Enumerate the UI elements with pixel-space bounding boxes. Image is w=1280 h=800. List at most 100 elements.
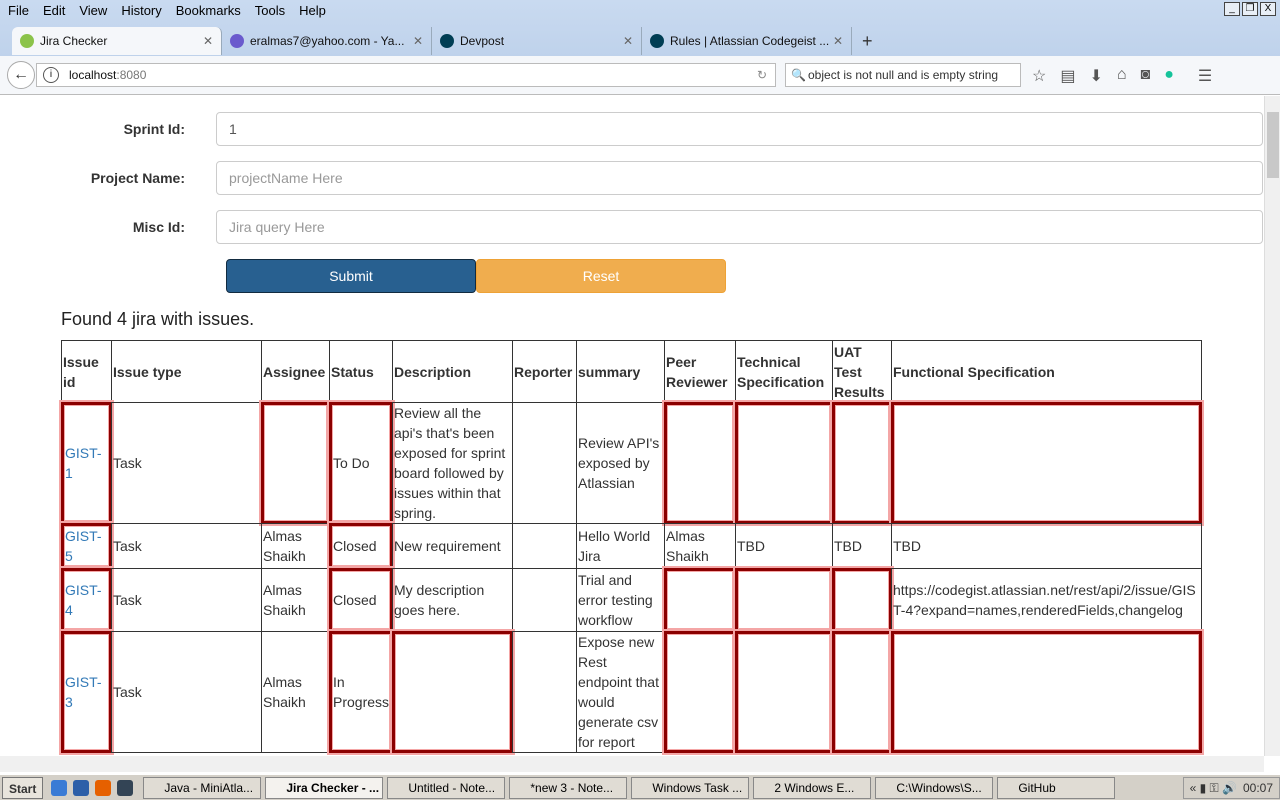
table-cell (832, 631, 892, 753)
tab-0[interactable]: Jira Checker ✕ (12, 27, 222, 55)
column-header[interactable]: Status (329, 340, 393, 403)
table-cell: In Progress (329, 631, 393, 753)
bookmark-star-icon[interactable]: ☆ (1032, 66, 1046, 86)
info-icon[interactable]: i (43, 67, 59, 83)
table-cell: My description goes here. (392, 568, 513, 632)
table-cell (735, 402, 833, 524)
cell-text: Hello World Jira (578, 528, 651, 564)
column-header[interactable]: summary (576, 340, 665, 403)
page-content: Sprint Id: 1 Project Name: projectName H… (0, 96, 1264, 756)
minimize-button[interactable]: _ (1224, 2, 1240, 16)
table-cell: TBD (832, 523, 892, 569)
table-cell: Task (111, 631, 262, 753)
pocket-icon[interactable]: ◙ (1141, 66, 1151, 86)
url-port: :8080 (116, 68, 147, 82)
desktop-icon[interactable] (73, 779, 90, 796)
table-cell (512, 631, 577, 753)
taskbar-item[interactable]: Untitled - Note... (387, 776, 506, 799)
taskbar-item[interactable]: 2 Windows E... (753, 776, 872, 799)
project-name-input[interactable]: projectName Here (216, 161, 1263, 195)
close-window-button[interactable]: X (1260, 2, 1276, 16)
menu-edit[interactable]: Edit (43, 3, 65, 21)
search-input[interactable]: 🔍 object is not null and is empty string (785, 63, 1021, 87)
tray-icons[interactable]: « ▮ ⚿ 🔊 (1190, 778, 1237, 798)
search-icon: 🔍 (791, 68, 806, 82)
firefox-icon[interactable] (95, 779, 112, 796)
issue-link[interactable]: GIST-5 (65, 526, 108, 566)
column-header[interactable]: Assignee (261, 340, 330, 403)
column-header[interactable]: Issue id (61, 340, 112, 403)
hamburger-menu-icon[interactable]: ☰ (1198, 66, 1212, 86)
column-header[interactable]: Peer Reviewer (664, 340, 736, 403)
start-button[interactable]: Start (2, 776, 44, 799)
column-header[interactable]: Technical Specification (735, 340, 833, 403)
app-icon[interactable] (117, 779, 134, 796)
menu-help[interactable]: Help (299, 3, 326, 21)
column-header[interactable]: Description (392, 340, 513, 403)
reading-list-icon[interactable]: ▤ (1060, 66, 1075, 86)
close-tab-icon[interactable]: ✕ (833, 34, 843, 48)
table-cell (735, 631, 833, 753)
close-tab-icon[interactable]: ✕ (413, 34, 423, 48)
table-cell: https://codegist.atlassian.net/rest/api/… (891, 568, 1202, 632)
scrollbar-thumb[interactable] (1267, 112, 1279, 178)
cell-text: My description goes here. (394, 582, 485, 618)
taskbar-item[interactable]: Windows Task ... (631, 776, 750, 799)
misc-id-input[interactable]: Jira query Here (216, 210, 1263, 244)
menu-file[interactable]: File (8, 3, 29, 21)
column-header[interactable]: Reporter (512, 340, 577, 403)
url-bar[interactable]: i localhost:8080 ↻ (36, 63, 776, 87)
cell-text: Task (113, 455, 142, 471)
table-cell: To Do (329, 402, 393, 524)
issue-link[interactable]: GIST-3 (65, 672, 108, 712)
close-tab-icon[interactable]: ✕ (623, 34, 633, 48)
sprint-id-input[interactable]: 1 (216, 112, 1263, 146)
maximize-button[interactable]: ❐ (1242, 2, 1258, 16)
table-cell: Trial and error testing workflow (576, 568, 665, 632)
menu-tools[interactable]: Tools (255, 3, 285, 21)
menu-history[interactable]: History (121, 3, 161, 21)
back-button[interactable]: ← (7, 61, 35, 89)
table-cell (891, 631, 1202, 753)
reset-button[interactable]: Reset (476, 259, 726, 293)
cell-text: https://codegist.atlassian.net/rest/api/… (893, 582, 1196, 618)
clock: 00:07 (1242, 780, 1273, 795)
menu-view[interactable]: View (79, 3, 107, 21)
issue-link[interactable]: GIST-1 (65, 443, 108, 483)
column-header[interactable]: Issue type (111, 340, 262, 403)
vertical-scrollbar[interactable] (1264, 96, 1280, 756)
tab-2[interactable]: Devpost ✕ (432, 27, 642, 55)
table-cell: Task (111, 568, 262, 632)
cell-text: To Do (333, 455, 370, 471)
table-cell: GIST-4 (61, 568, 112, 632)
table-cell: Review all the api's that's been exposed… (392, 402, 513, 524)
table-cell (832, 402, 892, 524)
cell-text: In Progress (333, 674, 390, 710)
tab-strip: Jira Checker ✕ eralmas7@yahoo.com - Ya... ✕… (12, 27, 883, 55)
issue-link[interactable]: GIST-4 (65, 580, 108, 620)
tab-1[interactable]: eralmas7@yahoo.com - Ya... ✕ (222, 27, 432, 55)
tab-3[interactable]: Rules | Atlassian Codegeist ... ✕ (642, 27, 852, 55)
taskbar-item[interactable]: *new 3 - Note... (509, 776, 628, 799)
result-summary: Found 4 jira with issues. (61, 309, 255, 329)
taskbar-item[interactable]: Jira Checker - ... (265, 776, 384, 799)
cell-text: Trial and error testing workflow (578, 572, 653, 628)
reload-icon[interactable]: ↻ (757, 64, 767, 86)
taskbar-item[interactable]: C:\Windows\S... (875, 776, 994, 799)
column-header[interactable]: Functional Specification (891, 340, 1202, 403)
home-icon[interactable]: ⌂ (1117, 66, 1127, 86)
column-header[interactable]: UAT Test Results (832, 340, 892, 403)
taskbar-item[interactable]: Java - MiniAtla... (143, 776, 262, 799)
ie-icon[interactable] (51, 779, 68, 796)
window-controls: _ ❐ X (1224, 2, 1276, 16)
download-icon[interactable]: ⬇ (1089, 66, 1102, 86)
submit-button[interactable]: Submit (226, 259, 476, 293)
new-tab-button[interactable]: + (852, 27, 883, 55)
close-tab-icon[interactable]: ✕ (203, 34, 213, 48)
menu-bookmarks[interactable]: Bookmarks (176, 3, 241, 21)
taskbar-item[interactable]: GitHub (997, 776, 1116, 799)
table-cell (664, 402, 736, 524)
grammarly-icon[interactable]: ● (1164, 66, 1174, 86)
table-cell: GIST-5 (61, 523, 112, 569)
horizontal-scrollbar[interactable] (0, 756, 1264, 772)
